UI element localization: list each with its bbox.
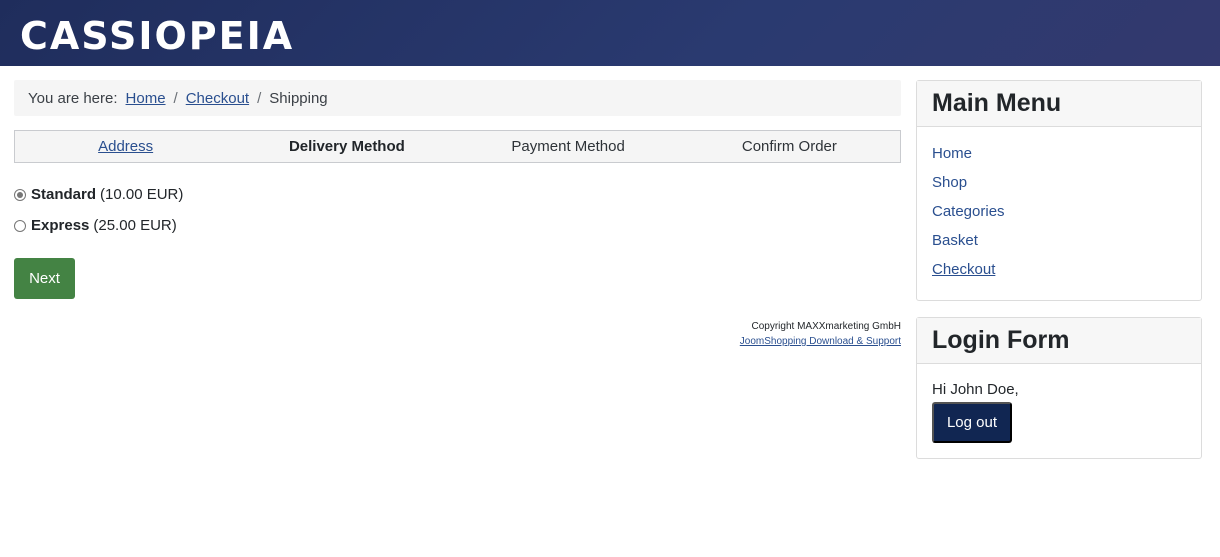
- breadcrumb-separator: /: [257, 89, 262, 107]
- footer-note: Copyright MAXXmarketing GmbH JoomShoppin…: [14, 319, 901, 349]
- menu-item-home[interactable]: Home: [932, 145, 1186, 174]
- breadcrumb-separator: /: [173, 89, 178, 107]
- radio-express[interactable]: [14, 219, 26, 232]
- menu-item-basket[interactable]: Basket: [932, 232, 1186, 261]
- copyright-text: Copyright MAXXmarketing GmbH: [751, 321, 902, 332]
- logout-button[interactable]: Log out: [932, 402, 1012, 443]
- greeting-text: Hi John Doe,: [932, 381, 1019, 398]
- menu-item-shop[interactable]: Shop: [932, 174, 1186, 203]
- breadcrumb-lead: You are here:: [28, 89, 118, 107]
- main-menu-title: Main Menu: [917, 81, 1201, 127]
- main-menu-card: Main Menu Home Shop Categories Basket Ch…: [916, 80, 1202, 301]
- breadcrumb-home-link[interactable]: Home: [126, 90, 166, 107]
- step-delivery-method: Delivery Method: [288, 138, 405, 155]
- shipping-option-express[interactable]: Express (25.00 EUR): [14, 210, 901, 241]
- shipping-options: Standard (10.00 EUR) Express (25.00 EUR): [14, 179, 901, 241]
- menu-item-categories[interactable]: Categories: [932, 203, 1186, 232]
- main-content: You are here: Home / Checkout / Shipping…: [14, 80, 901, 349]
- step-payment-method: Payment Method: [511, 138, 625, 155]
- breadcrumb-checkout-link[interactable]: Checkout: [186, 90, 249, 107]
- joomshopping-support-link[interactable]: JoomShopping Download & Support: [740, 336, 901, 347]
- next-button[interactable]: Next: [14, 258, 75, 299]
- login-form-card: Login Form Hi John Doe, Log out: [916, 317, 1202, 459]
- radio-standard[interactable]: [14, 188, 26, 201]
- checkout-steps: Address Delivery Method Payment Method C…: [14, 130, 901, 163]
- site-header: CASSIOPEIA: [0, 0, 1220, 66]
- login-form-title: Login Form: [917, 318, 1201, 364]
- main-menu-list: Home Shop Categories Basket Checkout: [917, 127, 1201, 300]
- shipping-option-standard[interactable]: Standard (10.00 EUR): [14, 179, 901, 210]
- menu-item-checkout[interactable]: Checkout: [932, 261, 1186, 290]
- breadcrumb: You are here: Home / Checkout / Shipping: [14, 80, 901, 116]
- breadcrumb-current: Shipping: [269, 89, 328, 107]
- option-name: Standard: [31, 186, 97, 203]
- step-confirm-order: Confirm Order: [741, 138, 837, 155]
- option-price: (10.00 EUR): [100, 186, 184, 203]
- login-body: Hi John Doe, Log out: [917, 364, 1201, 458]
- option-price: (25.00 EUR): [93, 217, 177, 234]
- sidebar: Main Menu Home Shop Categories Basket Ch…: [916, 80, 1202, 475]
- option-name: Express: [31, 217, 90, 234]
- step-address-link[interactable]: Address: [15, 138, 236, 155]
- brand-logo[interactable]: CASSIOPEIA: [20, 14, 294, 58]
